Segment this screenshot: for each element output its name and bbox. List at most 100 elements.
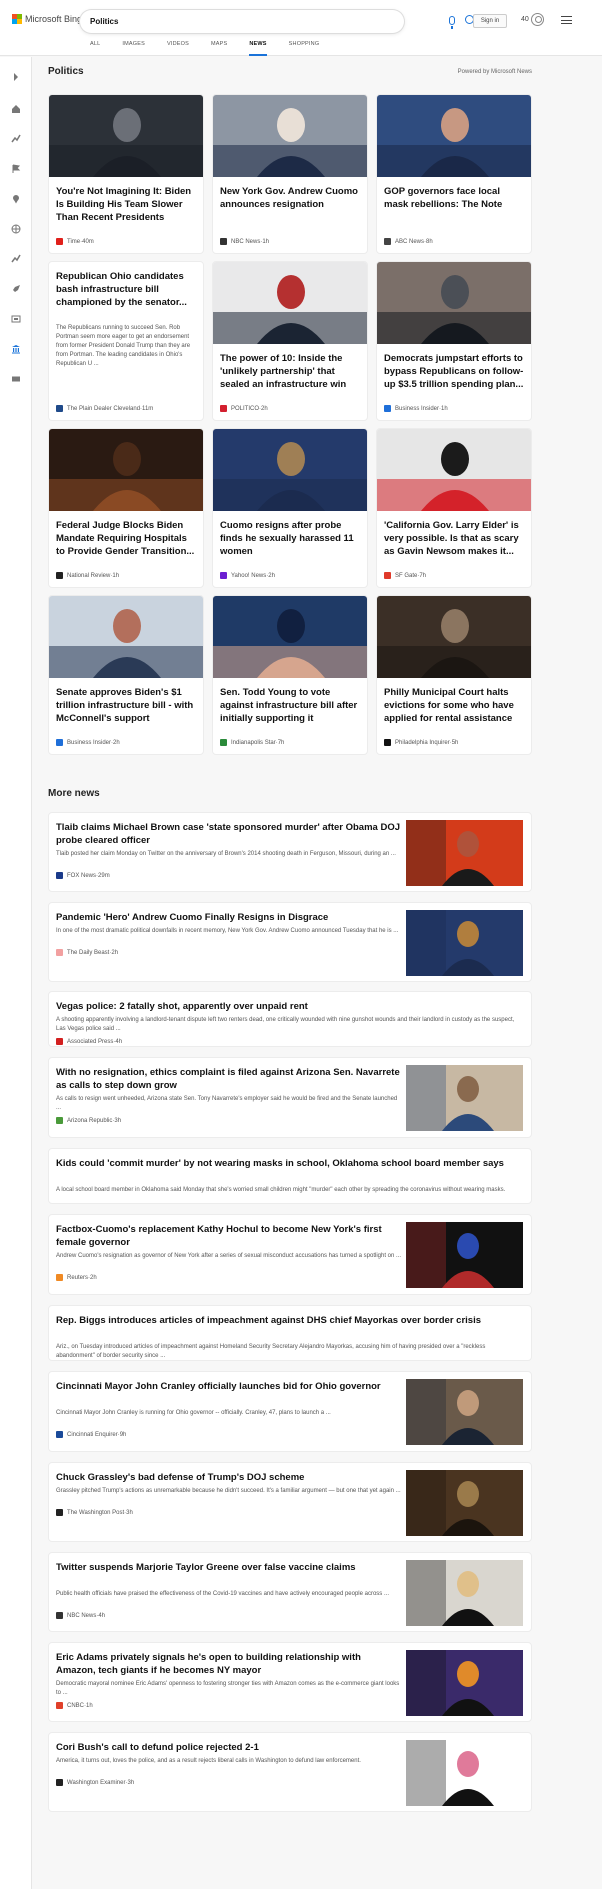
- news-card-title[interactable]: Democrats jumpstart efforts to bypass Re…: [384, 352, 526, 391]
- news-list-item[interactable]: With no resignation, ethics complaint is…: [48, 1057, 532, 1138]
- news-list-item[interactable]: Kids could 'commit murder' by not wearin…: [48, 1148, 532, 1204]
- tab-shopping[interactable]: SHOPPING: [289, 41, 320, 56]
- news-item-image[interactable]: [406, 820, 523, 886]
- news-card[interactable]: The power of 10: Inside the 'unlikely pa…: [212, 261, 368, 421]
- news-card-source[interactable]: The Plain Dealer Cleveland · 11m: [56, 405, 153, 412]
- sports-icon[interactable]: [11, 131, 21, 143]
- rocket-icon[interactable]: [11, 281, 21, 292]
- news-item-source[interactable]: Arizona Republic · 3h: [56, 1117, 121, 1124]
- news-item-title[interactable]: Kids could 'commit murder' by not wearin…: [56, 1157, 524, 1170]
- news-item-source[interactable]: NBC News · 4h: [56, 1612, 105, 1619]
- news-card-title[interactable]: Senate approves Biden's $1 trillion infr…: [56, 686, 198, 725]
- money-icon[interactable]: [11, 371, 21, 382]
- news-card-source[interactable]: National Review · 1h: [56, 572, 119, 579]
- news-item-source[interactable]: FOX News · 29m: [56, 872, 110, 879]
- news-card-source[interactable]: NBC News · 1h: [220, 238, 269, 245]
- chevron-right-icon[interactable]: [11, 69, 21, 81]
- news-card-source[interactable]: POLITICO · 2h: [220, 405, 268, 412]
- news-item-title[interactable]: With no resignation, ethics complaint is…: [56, 1066, 401, 1092]
- news-list-item[interactable]: Eric Adams privately signals he's open t…: [48, 1642, 532, 1722]
- tab-all[interactable]: ALL: [90, 41, 100, 56]
- news-item-title[interactable]: Pandemic 'Hero' Andrew Cuomo Finally Res…: [56, 911, 401, 924]
- news-card-title[interactable]: Federal Judge Blocks Biden Mandate Requi…: [56, 519, 198, 558]
- news-card[interactable]: GOP governors face local mask rebellions…: [376, 94, 532, 254]
- news-card-source[interactable]: ABC News · 8h: [384, 238, 433, 245]
- science-icon[interactable]: [11, 251, 21, 263]
- news-item-source[interactable]: The Washington Post · 3h: [56, 1509, 133, 1516]
- news-item-source[interactable]: Associated Press · 4h: [56, 1038, 122, 1045]
- rewards-icon[interactable]: [531, 13, 544, 26]
- news-item-image[interactable]: [406, 1379, 523, 1445]
- news-card-title[interactable]: 'California Gov. Larry Elder' is very po…: [384, 519, 526, 558]
- news-list-item[interactable]: Pandemic 'Hero' Andrew Cuomo Finally Res…: [48, 902, 532, 982]
- news-item-image[interactable]: [406, 1740, 523, 1806]
- news-card-source[interactable]: Yahoo! News · 2h: [220, 572, 275, 579]
- news-card-image[interactable]: [213, 596, 367, 678]
- news-item-image[interactable]: [406, 910, 523, 976]
- news-card-title[interactable]: Cuomo resigns after probe finds he sexua…: [220, 519, 362, 558]
- news-card-image[interactable]: [377, 429, 531, 511]
- news-card[interactable]: Senate approves Biden's $1 trillion infr…: [48, 595, 204, 755]
- news-item-title[interactable]: Vegas police: 2 fatally shot, apparently…: [56, 1000, 524, 1013]
- news-item-title[interactable]: Cincinnati Mayor John Cranley officially…: [56, 1380, 401, 1393]
- news-item-title[interactable]: Eric Adams privately signals he's open t…: [56, 1651, 401, 1677]
- entertainment-icon[interactable]: [11, 311, 21, 323]
- flag-icon[interactable]: [11, 161, 21, 173]
- news-list-item[interactable]: Factbox-Cuomo's replacement Kathy Hochul…: [48, 1214, 532, 1295]
- microphone-icon[interactable]: [449, 16, 455, 29]
- news-card[interactable]: Philly Municipal Court halts evictions f…: [376, 595, 532, 755]
- news-card-title[interactable]: GOP governors face local mask rebellions…: [384, 185, 526, 211]
- news-card[interactable]: Republican Ohio candidates bash infrastr…: [48, 261, 204, 421]
- news-card-image[interactable]: [49, 95, 203, 177]
- news-card-image[interactable]: [213, 262, 367, 344]
- news-list-item[interactable]: Cincinnati Mayor John Cranley officially…: [48, 1371, 532, 1452]
- news-card-image[interactable]: [213, 95, 367, 177]
- news-card[interactable]: Sen. Todd Young to vote against infrastr…: [212, 595, 368, 755]
- news-card-image[interactable]: [49, 429, 203, 511]
- news-item-source[interactable]: CNBC · 1h: [56, 1702, 93, 1709]
- globe-icon[interactable]: [11, 221, 21, 234]
- news-item-image[interactable]: [406, 1560, 523, 1626]
- news-list-item[interactable]: Rep. Biggs introduces articles of impeac…: [48, 1305, 532, 1361]
- tab-news[interactable]: NEWS: [249, 41, 267, 56]
- news-card-source[interactable]: SF Gate · 7h: [384, 572, 426, 579]
- home-icon[interactable]: [11, 101, 21, 113]
- politics-icon[interactable]: [11, 341, 21, 354]
- sign-in-button[interactable]: Sign in: [473, 14, 507, 28]
- news-card[interactable]: 'California Gov. Larry Elder' is very po…: [376, 428, 532, 588]
- news-card-source[interactable]: Time · 40m: [56, 238, 94, 245]
- news-card-source[interactable]: Philadelphia Inquirer · 5h: [384, 739, 458, 746]
- location-pin-icon[interactable]: [11, 191, 21, 204]
- news-card-title[interactable]: New York Gov. Andrew Cuomo announces res…: [220, 185, 362, 211]
- news-list-item[interactable]: Cori Bush's call to defund police reject…: [48, 1732, 532, 1812]
- news-item-source[interactable]: The Daily Beast · 2h: [56, 949, 118, 956]
- news-card-title[interactable]: Republican Ohio candidates bash infrastr…: [56, 270, 198, 309]
- news-list-item[interactable]: Vegas police: 2 fatally shot, apparently…: [48, 991, 532, 1047]
- tab-videos[interactable]: VIDEOS: [167, 41, 189, 56]
- news-item-image[interactable]: [406, 1065, 523, 1131]
- tab-images[interactable]: IMAGES: [122, 41, 145, 56]
- news-list-item[interactable]: Chuck Grassley's bad defense of Trump's …: [48, 1462, 532, 1542]
- news-card-title[interactable]: You're Not Imagining It: Biden Is Buildi…: [56, 185, 198, 224]
- news-card[interactable]: Cuomo resigns after probe finds he sexua…: [212, 428, 368, 588]
- news-item-source[interactable]: Cincinnati Enquirer · 9h: [56, 1431, 126, 1438]
- news-item-title[interactable]: Tlaib claims Michael Brown case 'state s…: [56, 821, 401, 847]
- news-card-title[interactable]: Philly Municipal Court halts evictions f…: [384, 686, 526, 725]
- news-card-image[interactable]: [49, 596, 203, 678]
- news-card-source[interactable]: Indianapolis Star · 7h: [220, 739, 284, 746]
- news-item-image[interactable]: [406, 1650, 523, 1716]
- news-item-title[interactable]: Chuck Grassley's bad defense of Trump's …: [56, 1471, 401, 1484]
- news-item-image[interactable]: [406, 1222, 523, 1288]
- news-item-image[interactable]: [406, 1470, 523, 1536]
- news-card-source[interactable]: Business Insider · 1h: [384, 405, 448, 412]
- news-item-title[interactable]: Twitter suspends Marjorie Taylor Greene …: [56, 1561, 401, 1574]
- news-list-item[interactable]: Tlaib claims Michael Brown case 'state s…: [48, 812, 532, 892]
- news-card[interactable]: New York Gov. Andrew Cuomo announces res…: [212, 94, 368, 254]
- news-item-title[interactable]: Cori Bush's call to defund police reject…: [56, 1741, 401, 1754]
- news-card[interactable]: Democrats jumpstart efforts to bypass Re…: [376, 261, 532, 421]
- news-card[interactable]: You're Not Imagining It: Biden Is Buildi…: [48, 94, 204, 254]
- news-card-title[interactable]: The power of 10: Inside the 'unlikely pa…: [220, 352, 362, 391]
- news-item-source[interactable]: Reuters · 2h: [56, 1274, 97, 1281]
- news-card[interactable]: Federal Judge Blocks Biden Mandate Requi…: [48, 428, 204, 588]
- news-item-source[interactable]: Washington Examiner · 3h: [56, 1779, 134, 1786]
